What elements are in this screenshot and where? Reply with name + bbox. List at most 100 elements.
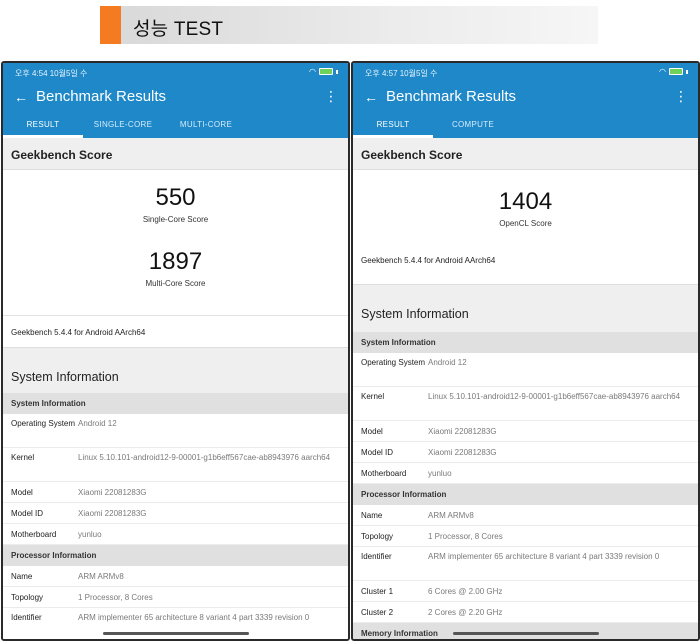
row-label: Cluster 2	[361, 608, 394, 617]
back-arrow-icon[interactable]: ←	[363, 89, 379, 105]
info-row: Topology 1 Processor, 8 Cores	[353, 526, 698, 547]
row-label: Operating System	[11, 419, 76, 428]
info-row: Cluster 1 6 Cores @ 2.00 GHz	[353, 581, 698, 602]
tab-result[interactable]: RESULT	[353, 116, 433, 138]
single-core-score-label: Single-Core Score	[142, 215, 209, 224]
section-geekbench-score: Geekbench Score	[3, 138, 348, 170]
info-row: Operating System Android 12	[3, 414, 348, 448]
battery-tip	[686, 69, 688, 74]
row-label: Operating System	[361, 358, 426, 367]
info-row: Identifier ARM implementer 65 architectu…	[353, 547, 698, 581]
status-bar: 오후 4:54 10월5일 수 ◠	[3, 63, 348, 81]
info-row: Model Xiaomi 22081283G	[3, 482, 348, 503]
page: 성능 TEST 오후 4:54 10월5일 수 ◠ ← Benchmark Re…	[0, 0, 700, 644]
row-value: 2 Cores @ 2.20 GHz	[428, 608, 503, 617]
row-value: Xiaomi 22081283G	[78, 488, 147, 497]
row-value: 6 Cores @ 2.00 GHz	[428, 587, 503, 596]
battery-tip	[336, 69, 338, 74]
info-row: Topology 1 Processor, 8 Cores	[3, 587, 348, 608]
battery-icon	[669, 68, 683, 75]
group-processor-information: Processor Information	[353, 484, 698, 505]
row-label: Model ID	[361, 448, 394, 457]
tab-bar: RESULT COMPUTE	[353, 116, 698, 138]
row-value: Xiaomi 22081283G	[428, 448, 497, 457]
system-information-title: System Information	[353, 284, 698, 332]
row-value: Linux 5.10.101-android12-9-00001-g1b6eff…	[78, 453, 331, 462]
multi-core-score-block: 1897 Multi-Core Score	[3, 240, 348, 315]
row-value: yunluo	[428, 469, 452, 478]
tab-result[interactable]: RESULT	[3, 116, 83, 138]
row-label: Kernel	[361, 392, 385, 401]
row-value: yunluo	[78, 530, 102, 539]
multi-core-score-label: Multi-Core Score	[145, 279, 206, 288]
info-row: Kernel Linux 5.10.101-android12-9-00001-…	[3, 448, 348, 482]
row-label: Model	[361, 427, 383, 436]
info-row: Kernel Linux 5.10.101-android12-9-00001-…	[353, 387, 698, 421]
row-label: Identifier	[11, 613, 42, 622]
app-bar: 오후 4:57 10월5일 수 ◠ ← Benchmark Results ⋮ …	[353, 63, 698, 138]
row-label: Cluster 1	[361, 587, 394, 596]
overflow-menu-icon[interactable]: ⋮	[674, 88, 688, 105]
row-label: Model	[11, 488, 33, 497]
row-label: Name	[11, 572, 33, 581]
info-row: Identifier ARM implementer 65 architectu…	[3, 608, 348, 639]
status-icons: ◠	[659, 67, 688, 76]
info-row: Name ARM ARMv8	[353, 505, 698, 526]
home-indicator[interactable]	[102, 632, 249, 635]
row-value: Xiaomi 22081283G	[78, 509, 147, 518]
status-icons: ◠	[309, 67, 338, 76]
overflow-menu-icon[interactable]: ⋮	[324, 88, 338, 105]
tab-single-core[interactable]: SINGLE-CORE	[83, 116, 163, 138]
wifi-icon: ◠	[659, 67, 666, 76]
app-title: Benchmark Results	[36, 88, 167, 105]
section-geekbench-score: Geekbench Score	[353, 138, 698, 170]
multi-core-score-value: 1897	[148, 248, 203, 275]
opencl-score-label: OpenCL Score	[499, 219, 552, 228]
title-banner: 성능 TEST	[100, 6, 598, 44]
row-value: ARM implementer 65 architecture 8 varian…	[428, 552, 660, 561]
info-row: Cluster 2 2 Cores @ 2.20 GHz	[353, 602, 698, 623]
tab-multi-core[interactable]: MULTI-CORE	[163, 116, 249, 138]
info-row: Model ID Xiaomi 22081283G	[3, 503, 348, 524]
results-content: Geekbench Score 550 Single-Core Score 18…	[3, 138, 348, 639]
results-content: Geekbench Score 1404 OpenCL Score Geekbe…	[353, 138, 698, 639]
version-text: Geekbench 5.4.4 for Android AArch64	[361, 256, 496, 265]
row-label: Model ID	[11, 509, 44, 518]
single-core-score-block: 550 Single-Core Score	[3, 170, 348, 240]
app-bar: 오후 4:54 10월5일 수 ◠ ← Benchmark Results ⋮ …	[3, 63, 348, 138]
row-label: Name	[361, 511, 383, 520]
info-row: Motherboard yunluo	[353, 463, 698, 484]
single-core-score-value: 550	[155, 184, 196, 211]
wifi-icon: ◠	[309, 67, 316, 76]
back-arrow-icon[interactable]: ←	[13, 89, 29, 105]
banner-title: 성능 TEST	[133, 19, 224, 40]
opencl-score-value: 1404	[498, 188, 553, 215]
app-title: Benchmark Results	[386, 88, 517, 105]
tab-bar: RESULT SINGLE-CORE MULTI-CORE	[3, 116, 348, 138]
info-row: Name ARM ARMv8	[3, 566, 348, 587]
info-row: Operating System Android 12	[353, 353, 698, 387]
row-value: Android 12	[428, 358, 467, 367]
row-value: 1 Processor, 8 Cores	[78, 593, 153, 602]
tab-compute[interactable]: COMPUTE	[433, 116, 513, 138]
banner-accent-bar	[100, 6, 121, 44]
version-text: Geekbench 5.4.4 for Android AArch64	[3, 315, 348, 347]
row-value: ARM ARMv8	[428, 511, 474, 520]
status-bar: 오후 4:57 10월5일 수 ◠	[353, 63, 698, 81]
row-label: Topology	[11, 593, 44, 602]
row-label: Motherboard	[361, 469, 407, 478]
phone-screen-left: 오후 4:54 10월5일 수 ◠ ← Benchmark Results ⋮ …	[1, 61, 350, 641]
battery-icon	[319, 68, 333, 75]
home-indicator[interactable]	[452, 632, 599, 635]
status-time: 오후 4:54 10월5일 수	[15, 69, 88, 78]
phone-screen-right: 오후 4:57 10월5일 수 ◠ ← Benchmark Results ⋮ …	[351, 61, 700, 641]
row-value: ARM implementer 65 architecture 8 varian…	[78, 613, 310, 622]
group-system-information: System Information	[353, 332, 698, 353]
group-processor-information: Processor Information	[3, 545, 348, 566]
row-label: Topology	[361, 532, 394, 541]
row-label: Identifier	[361, 552, 392, 561]
opencl-score-block: 1404 OpenCL Score	[353, 170, 698, 250]
row-value: 1 Processor, 8 Cores	[428, 532, 503, 541]
status-time: 오후 4:57 10월5일 수	[365, 69, 438, 78]
row-label: Kernel	[11, 453, 35, 462]
